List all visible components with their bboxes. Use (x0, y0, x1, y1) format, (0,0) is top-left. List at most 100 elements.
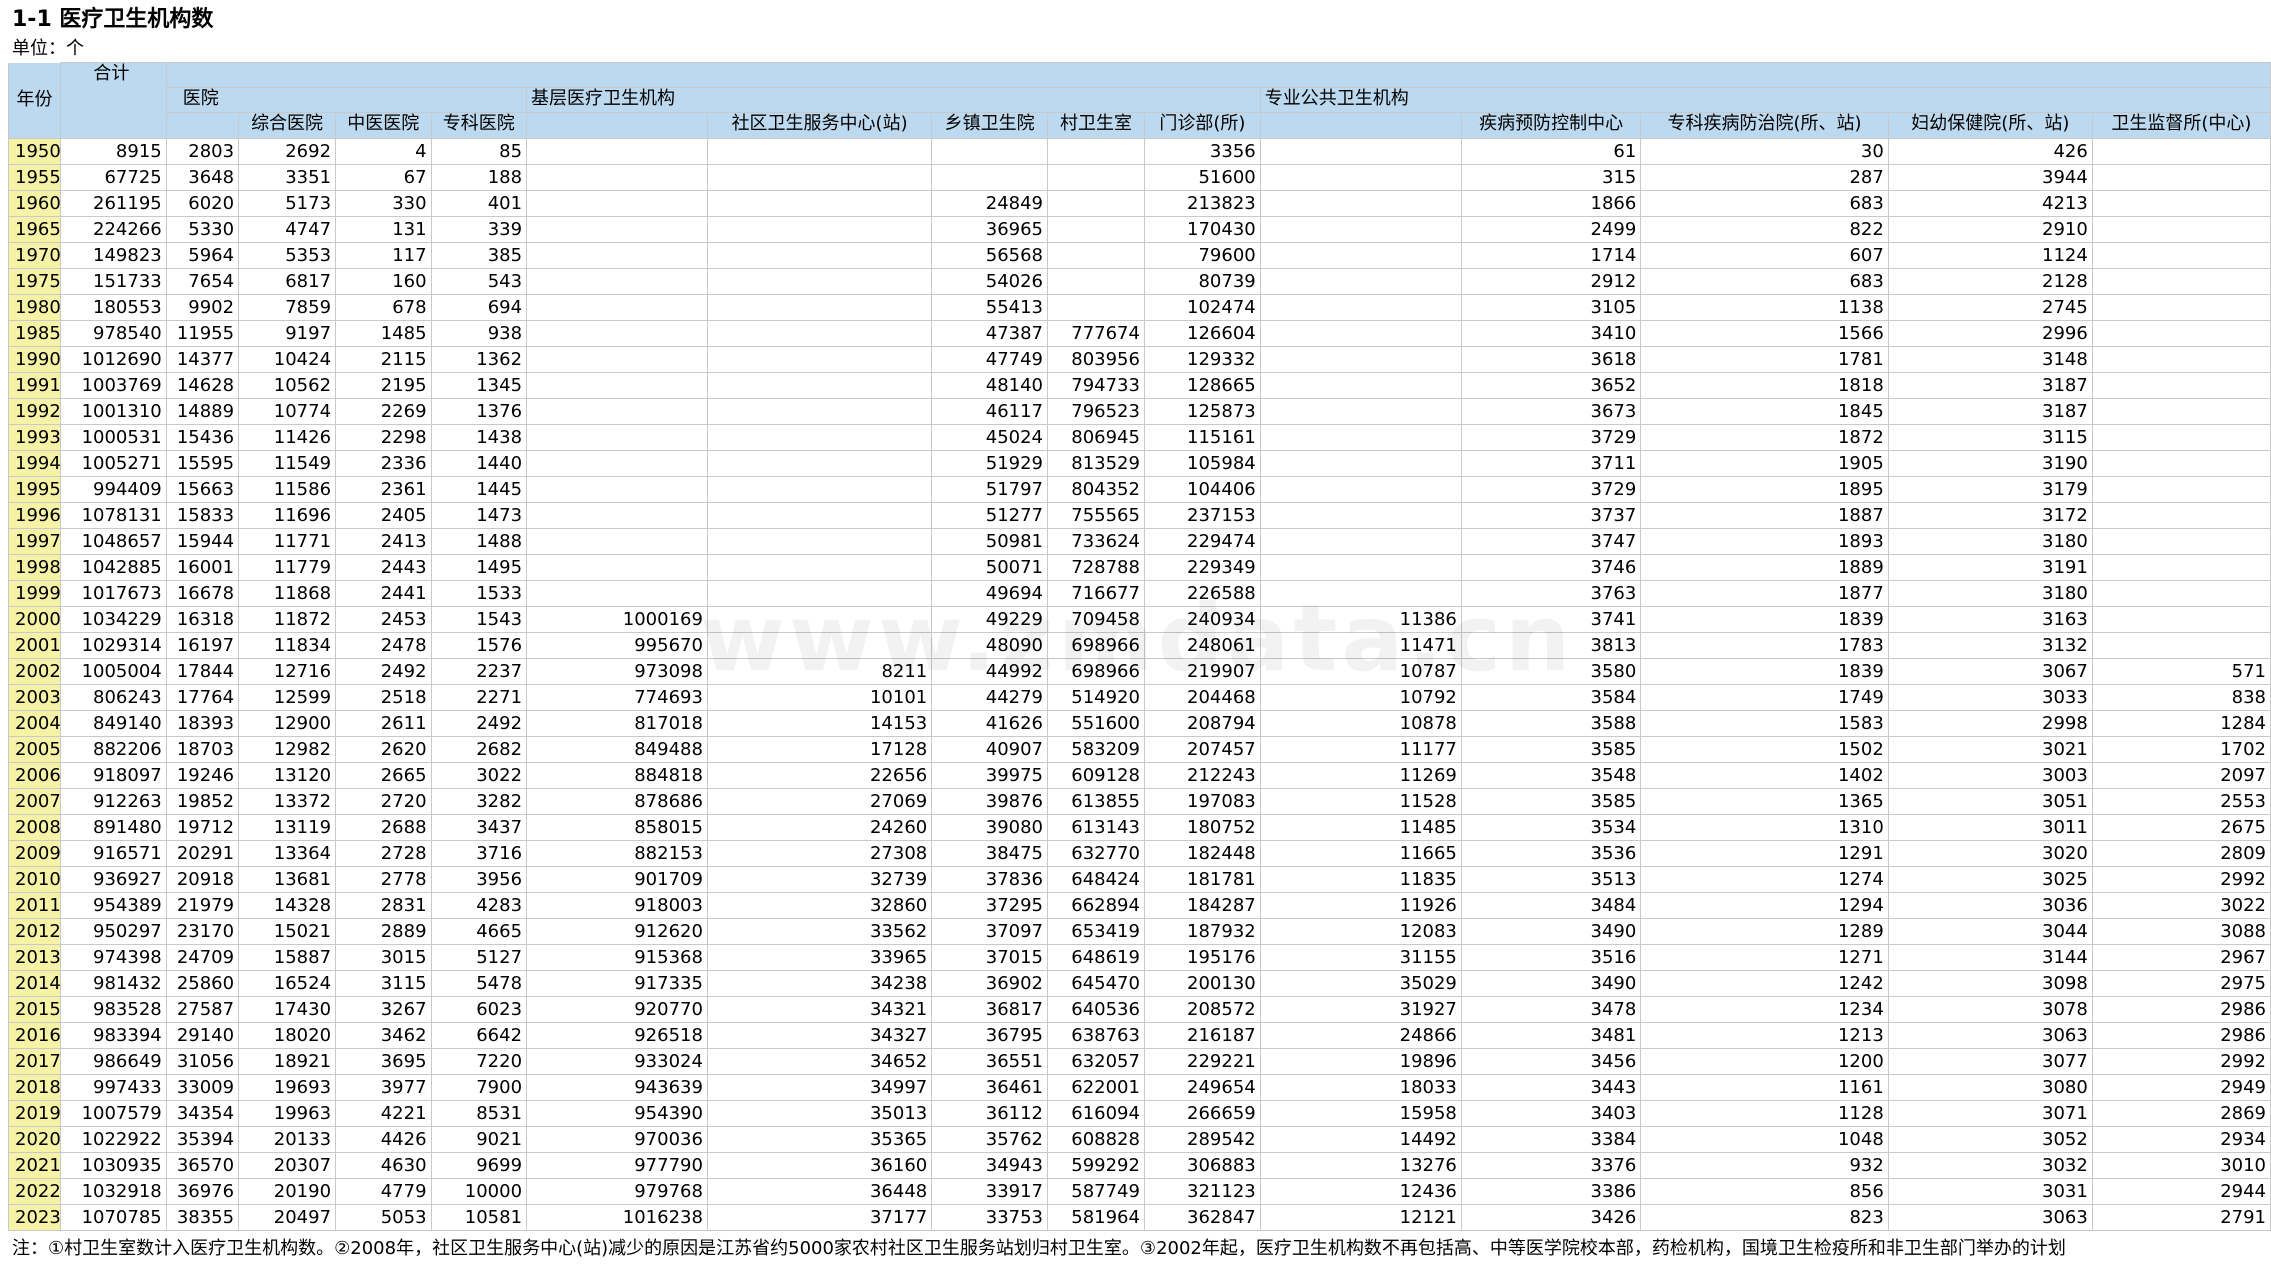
data-cell[interactable]: 1714 (1460, 242, 1642, 269)
data-cell[interactable]: 7220 (430, 1048, 528, 1075)
year-cell[interactable]: 2022 (7, 1178, 62, 1205)
data-cell[interactable]: 37836 (931, 866, 1049, 893)
data-cell[interactable]: 3652 (1460, 372, 1642, 399)
data-cell[interactable]: 229349 (1143, 554, 1261, 581)
data-cell[interactable]: 11771 (238, 528, 337, 555)
data-cell[interactable]: 2975 (2091, 970, 2271, 997)
data-cell[interactable]: 1128 (1640, 1100, 1889, 1127)
data-cell[interactable]: 15833 (165, 502, 240, 529)
data-cell[interactable]: 698966 (1047, 658, 1145, 685)
data-cell[interactable]: 912620 (526, 918, 708, 945)
data-cell[interactable]: 50071 (931, 554, 1049, 581)
data-cell[interactable]: 2809 (2091, 840, 2271, 867)
data-cell[interactable] (706, 606, 933, 633)
data-cell[interactable]: 1702 (2091, 736, 2271, 763)
data-cell[interactable]: 129332 (1143, 346, 1261, 373)
data-cell[interactable]: 34354 (165, 1100, 240, 1127)
data-cell[interactable]: 180553 (60, 294, 167, 321)
data-cell[interactable]: 229474 (1143, 528, 1261, 555)
data-cell[interactable]: 27069 (706, 788, 933, 815)
data-cell[interactable]: 213823 (1143, 190, 1261, 217)
data-cell[interactable]: 4283 (430, 892, 528, 919)
data-cell[interactable]: 678 (335, 294, 432, 321)
data-cell[interactable]: 12083 (1259, 918, 1462, 945)
year-cell[interactable]: 1965 (7, 216, 62, 243)
data-cell[interactable]: 640536 (1047, 996, 1145, 1023)
data-cell[interactable]: 6642 (430, 1022, 528, 1049)
data-cell[interactable]: 3443 (1460, 1074, 1642, 1101)
data-cell[interactable]: 10000 (430, 1178, 528, 1205)
header-public-health[interactable]: 专业公共卫生机构 (1259, 87, 2271, 113)
data-cell[interactable]: 2195 (335, 372, 432, 399)
year-cell[interactable]: 2005 (7, 736, 62, 763)
year-cell[interactable]: 2008 (7, 814, 62, 841)
data-cell[interactable]: 587749 (1047, 1178, 1145, 1205)
data-cell[interactable]: 212243 (1143, 762, 1261, 789)
data-cell[interactable] (1259, 554, 1462, 581)
data-cell[interactable]: 1161 (1640, 1074, 1889, 1101)
data-cell[interactable]: 6020 (165, 190, 240, 217)
data-cell[interactable]: 698966 (1047, 632, 1145, 659)
year-cell[interactable]: 1999 (7, 580, 62, 607)
data-cell[interactable]: 11177 (1259, 736, 1462, 763)
data-cell[interactable] (526, 294, 708, 321)
data-cell[interactable]: 858015 (526, 814, 708, 841)
data-cell[interactable]: 187932 (1143, 918, 1261, 945)
data-cell[interactable]: 2682 (430, 736, 528, 763)
data-cell[interactable]: 46117 (931, 398, 1049, 425)
data-cell[interactable]: 149823 (60, 242, 167, 269)
data-cell[interactable]: 599292 (1047, 1152, 1145, 1179)
data-cell[interactable]: 3356 (1143, 138, 1261, 165)
data-cell[interactable]: 17764 (165, 684, 240, 711)
data-cell[interactable]: 1242 (1640, 970, 1889, 997)
data-cell[interactable]: 7859 (238, 294, 337, 321)
year-cell[interactable]: 2007 (7, 788, 62, 815)
data-cell[interactable]: 918003 (526, 892, 708, 919)
header-hospital[interactable]: 医院 (165, 87, 528, 113)
data-cell[interactable]: 1502 (1640, 736, 1889, 763)
header-total[interactable]: 合计 (60, 62, 167, 139)
data-cell[interactable]: 986649 (60, 1048, 167, 1075)
data-cell[interactable]: 3516 (1460, 944, 1642, 971)
data-cell[interactable]: 39975 (931, 762, 1049, 789)
data-cell[interactable]: 115161 (1143, 424, 1261, 451)
data-cell[interactable]: 160 (335, 268, 432, 295)
year-cell[interactable]: 2023 (7, 1204, 62, 1231)
data-cell[interactable]: 20291 (165, 840, 240, 867)
data-cell[interactable]: 1872 (1640, 424, 1889, 451)
data-cell[interactable]: 1048657 (60, 528, 167, 555)
data-cell[interactable]: 18033 (1259, 1074, 1462, 1101)
year-cell[interactable]: 2003 (7, 684, 62, 711)
data-cell[interactable]: 3148 (1887, 346, 2093, 373)
data-cell[interactable]: 51929 (931, 450, 1049, 477)
data-cell[interactable]: 1495 (430, 554, 528, 581)
data-cell[interactable]: 1048 (1640, 1126, 1889, 1153)
year-cell[interactable]: 2017 (7, 1048, 62, 1075)
data-cell[interactable]: 184287 (1143, 892, 1261, 919)
data-cell[interactable]: 362847 (1143, 1204, 1261, 1231)
data-cell[interactable]: 2665 (335, 762, 432, 789)
data-cell[interactable]: 14628 (165, 372, 240, 399)
data-cell[interactable]: 226588 (1143, 580, 1261, 607)
data-cell[interactable]: 1029314 (60, 632, 167, 659)
data-cell[interactable]: 3456 (1460, 1048, 1642, 1075)
data-cell[interactable]: 4426 (335, 1126, 432, 1153)
data-cell[interactable]: 994409 (60, 476, 167, 503)
data-cell[interactable]: 36461 (931, 1074, 1049, 1101)
data-cell[interactable]: 2441 (335, 580, 432, 607)
data-cell[interactable]: 240934 (1143, 606, 1261, 633)
data-cell[interactable]: 33562 (706, 918, 933, 945)
data-cell[interactable]: 33965 (706, 944, 933, 971)
data-cell[interactable]: 3386 (1460, 1178, 1642, 1205)
data-cell[interactable]: 3044 (1887, 918, 2093, 945)
data-cell[interactable]: 5330 (165, 216, 240, 243)
data-cell[interactable]: 3022 (430, 762, 528, 789)
data-cell[interactable]: 10792 (1259, 684, 1462, 711)
year-cell[interactable]: 2021 (7, 1152, 62, 1179)
data-cell[interactable] (526, 502, 708, 529)
year-cell[interactable]: 2016 (7, 1022, 62, 1049)
data-cell[interactable]: 3022 (2091, 892, 2271, 919)
data-cell[interactable] (2091, 164, 2271, 191)
data-cell[interactable]: 3484 (1460, 892, 1642, 919)
data-cell[interactable]: 10562 (238, 372, 337, 399)
